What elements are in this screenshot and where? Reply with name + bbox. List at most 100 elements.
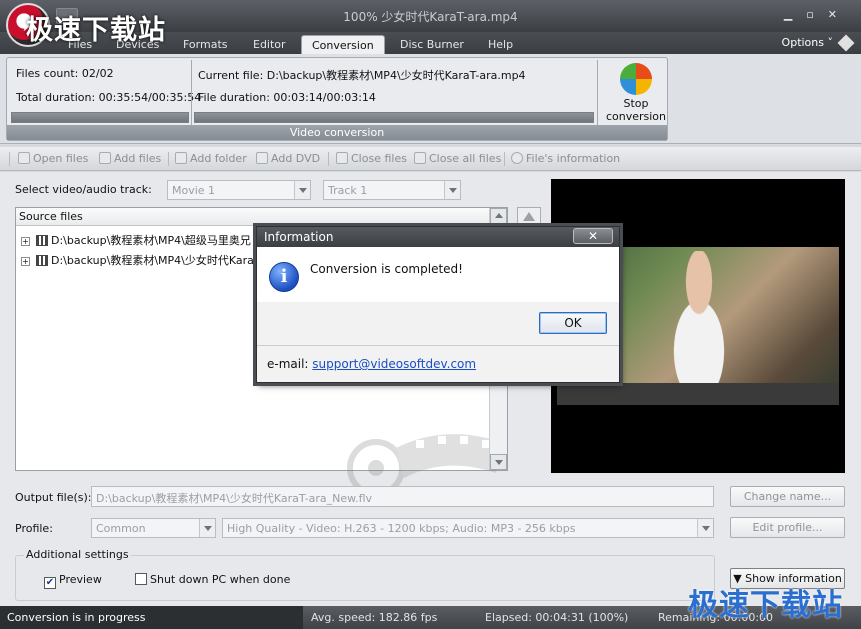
support-email-link[interactable]: support@videosoftdev.com <box>312 357 476 371</box>
close-files-icon <box>336 152 348 164</box>
add-folder-icon <box>175 152 187 164</box>
chevron-down-icon <box>697 519 713 537</box>
list-item[interactable]: + D:\backup\教程素材\MP4\少女时代Kara <box>21 252 254 268</box>
scroll-down-icon[interactable] <box>490 454 507 470</box>
open-files-label: Open files <box>33 152 89 165</box>
close-files-label: Close files <box>351 152 407 165</box>
expand-icon[interactable]: + <box>21 257 30 266</box>
change-name-button[interactable]: Change name... <box>730 486 845 507</box>
shutdown-checkbox[interactable]: Shut down PC when done <box>135 573 290 586</box>
information-dialog: Information ✕ i Conversion is completed!… <box>256 226 620 383</box>
profile-label: Profile: <box>15 522 53 535</box>
current-file: Current file: D:\backup\教程素材\MP4\少女时代Kar… <box>198 69 526 82</box>
files-count: Files count: 02/02 <box>16 67 114 80</box>
video-conversion-group: Files count: 02/02 Total duration: 00:35… <box>6 57 668 141</box>
movie-select[interactable]: Movie 1 <box>167 180 311 200</box>
chevron-down-icon: ˅ <box>827 36 834 49</box>
status-message: Conversion is in progress <box>0 606 303 629</box>
close-icon[interactable]: ✕ <box>828 8 851 21</box>
dialog-message: Conversion is completed! <box>310 262 463 276</box>
information-icon: i <box>269 262 299 292</box>
video-file-icon <box>36 255 48 266</box>
close-all-files-button[interactable]: Close all files <box>414 152 501 165</box>
open-files-button[interactable]: Open files <box>18 152 88 165</box>
scroll-up-icon[interactable] <box>490 208 507 224</box>
file-progress-bar <box>194 112 594 123</box>
stop-conversion-button[interactable]: Stop conversion ▾ <box>603 61 669 136</box>
minimize-icon[interactable]: ▁ <box>784 8 806 21</box>
preview-checkbox[interactable]: ✔ Preview <box>44 573 102 589</box>
add-files-label: Add files <box>114 152 162 165</box>
file-information-button[interactable]: File's information <box>511 152 620 165</box>
file-toolbar: Open files Add files Add folder Add DVD … <box>0 147 861 171</box>
add-files-icon <box>99 152 111 164</box>
additional-settings-group: Additional settings ✔ Preview Shut down P… <box>15 548 715 601</box>
output-label: Output file(s): <box>15 491 92 504</box>
tab-conversion[interactable]: Conversion <box>301 35 385 54</box>
options-label: Options <box>781 36 824 49</box>
quality-select[interactable]: High Quality - Video: H.263 - 1200 kbps;… <box>222 518 714 538</box>
chevron-down-icon <box>199 519 215 537</box>
info-icon <box>511 152 523 164</box>
dialog-title: Information <box>257 227 619 247</box>
watermark-top: 极速下载站 <box>26 15 166 46</box>
close-icon: ✕ <box>587 229 599 243</box>
dialog-close-button[interactable]: ✕ <box>573 228 613 244</box>
tab-editor[interactable]: Editor <box>243 35 296 54</box>
tab-help[interactable]: Help <box>478 35 523 54</box>
list-item-path: D:\backup\教程素材\MP4\少女时代Kara <box>51 254 254 267</box>
divider <box>328 152 329 166</box>
shutdown-checkbox-label: Shut down PC when done <box>150 573 291 586</box>
diamond-icon[interactable] <box>837 34 855 52</box>
stop-conversion-icon <box>620 63 652 95</box>
track-select[interactable]: Track 1 <box>323 180 461 200</box>
preview-caption-band <box>557 383 839 405</box>
checkmark-icon: ✔ <box>44 577 56 589</box>
total-progress-bar <box>11 112 189 123</box>
additional-settings-label: Additional settings <box>24 548 131 561</box>
track-select-value: Track 1 <box>328 184 368 197</box>
chevron-down-icon <box>444 181 460 199</box>
divider <box>257 345 619 346</box>
group-label: Video conversion <box>7 125 667 140</box>
ok-button[interactable]: OK <box>539 312 607 334</box>
output-file-field[interactable]: D:\backup\教程素材\MP4\少女时代KaraT-ara_New.flv <box>91 486 714 507</box>
avg-speed: Avg. speed: 182.86 fps <box>311 611 438 624</box>
add-files-button[interactable]: Add files <box>99 152 161 165</box>
track-label: Select video/audio track: <box>15 183 152 196</box>
preview-image <box>649 251 749 405</box>
edit-profile-button[interactable]: Edit profile... <box>730 517 845 538</box>
close-files-button[interactable]: Close files <box>336 152 407 165</box>
expand-icon[interactable]: + <box>21 237 30 246</box>
options-menu[interactable]: Options ˅ <box>782 36 833 49</box>
profile-select-value: Common <box>96 522 146 535</box>
elapsed-time: Elapsed: 00:04:31 (100%) <box>485 611 629 624</box>
close-all-files-icon <box>414 152 426 164</box>
divider <box>191 60 192 126</box>
ribbon: Files count: 02/02 Total duration: 00:35… <box>0 54 861 144</box>
quality-select-value: High Quality - Video: H.263 - 1200 kbps;… <box>227 522 576 535</box>
support-email: e-mail: support@videosoftdev.com <box>267 357 476 371</box>
preview-checkbox-label: Preview <box>59 573 102 586</box>
maximize-icon[interactable]: ▫ <box>806 8 827 21</box>
file-information-label: File's information <box>526 152 621 165</box>
file-duration: File duration: 00:03:14/00:03:14 <box>198 91 376 104</box>
grip-icon <box>9 152 10 166</box>
dvd-icon <box>256 152 268 164</box>
add-folder-button[interactable]: Add folder <box>175 152 247 165</box>
add-dvd-button[interactable]: Add DVD <box>256 152 320 165</box>
profile-select[interactable]: Common <box>91 518 216 538</box>
email-label: e-mail: <box>267 357 309 371</box>
divider <box>168 152 169 166</box>
tab-formats[interactable]: Formats <box>173 35 238 54</box>
video-file-icon <box>36 235 48 246</box>
dialog-body: i Conversion is completed! <box>257 247 619 302</box>
movie-select-value: Movie 1 <box>172 184 216 197</box>
list-item[interactable]: + D:\backup\教程素材\MP4\超级马里奥兄 <box>21 232 251 248</box>
stop-label-1: Stop <box>623 97 649 110</box>
stop-label-2-text: conversion <box>605 110 667 123</box>
window-controls: ▁▫✕ <box>784 8 851 21</box>
tab-disc-burner[interactable]: Disc Burner <box>390 35 474 54</box>
close-all-files-label: Close all files <box>429 152 502 165</box>
source-files-header: Source files <box>16 208 490 226</box>
